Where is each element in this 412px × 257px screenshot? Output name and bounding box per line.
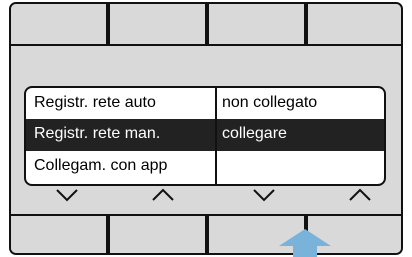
chevron-up-icon (349, 188, 371, 201)
bottom-button-1[interactable] (11, 214, 108, 253)
menu-row-value: non collegato (222, 94, 318, 111)
top-button-4[interactable] (306, 4, 401, 46)
settings-menu: Registr. rete auto non collegato Registr… (24, 86, 386, 186)
menu-row-label: Collegam. con app (34, 157, 168, 174)
top-button-1[interactable] (11, 4, 108, 46)
menu-row-registr-rete-man[interactable]: Registr. rete man. collegare (26, 119, 384, 151)
top-button-2[interactable] (108, 4, 207, 46)
top-button-3[interactable] (207, 4, 306, 46)
display-area: Registr. rete auto non collegato Registr… (11, 46, 401, 214)
chevron-down-icon (56, 189, 78, 202)
chevron-up-icon (152, 188, 174, 201)
chevron-down-icon (253, 189, 275, 202)
menu-row-label: Registr. rete man. (34, 125, 161, 142)
device-panel: Registr. rete auto non collegato Registr… (0, 0, 412, 257)
menu-row-registr-rete-auto[interactable]: Registr. rete auto non collegato (26, 88, 384, 120)
arrow-up-icon (279, 229, 331, 257)
bottom-button-2[interactable] (108, 214, 207, 253)
menu-row-label: Registr. rete auto (34, 94, 156, 111)
device-frame: Registr. rete auto non collegato Registr… (9, 2, 403, 255)
column-divider-overlay (215, 88, 217, 184)
menu-row-collegam-con-app[interactable]: Collegam. con app (26, 151, 384, 183)
menu-row-value: collegare (222, 125, 287, 142)
